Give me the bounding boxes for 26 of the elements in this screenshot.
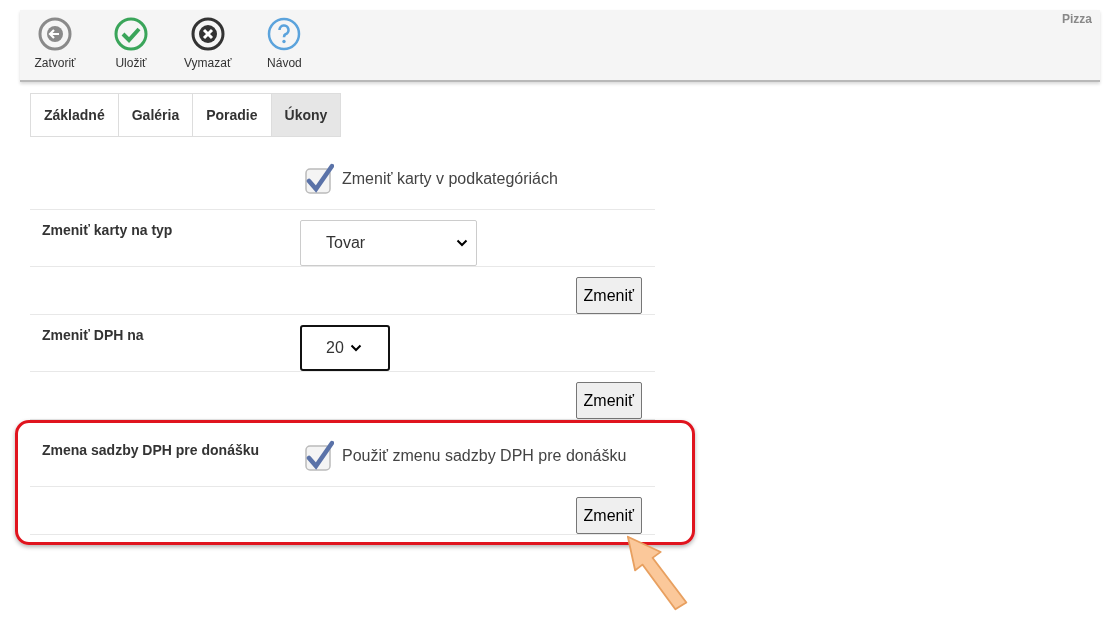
field-label: Zmena sadzby DPH pre donášku xyxy=(42,442,260,458)
checkbox-label: Použiť zmenu sadzby DPH pre donášku xyxy=(342,447,627,465)
delete-icon xyxy=(189,16,226,52)
tab[interactable]: Galéria xyxy=(117,93,194,137)
checkbox[interactable] xyxy=(304,163,334,195)
help-icon xyxy=(266,16,303,52)
toolbar-button[interactable]: Uložiť xyxy=(108,10,154,70)
change-button[interactable]: Zmeniť xyxy=(575,277,642,314)
change-button[interactable]: Zmeniť xyxy=(575,497,642,534)
checkbox-label: Zmeniť karty v podkategóriách xyxy=(342,170,558,188)
checkbox[interactable] xyxy=(304,440,334,472)
tab[interactable]: Základné xyxy=(30,93,119,137)
field-label: Zmeniť DPH na xyxy=(42,327,144,343)
field-label: Zmeniť karty na typ xyxy=(42,222,173,238)
record-title: Pizza xyxy=(1062,12,1092,26)
tab[interactable]: Úkony xyxy=(270,93,342,137)
toolbar-button[interactable]: Vymazať xyxy=(184,10,232,70)
change-button[interactable]: Zmeniť xyxy=(575,382,642,419)
toolbar-button[interactable]: Zatvoriť xyxy=(32,10,78,70)
select-dropdown[interactable]: Tovar xyxy=(300,220,477,266)
checkmark-icon xyxy=(113,16,149,52)
toolbar-button[interactable]: Návod xyxy=(261,10,308,70)
tab[interactable]: Poradie xyxy=(192,93,272,137)
chevron-icon xyxy=(349,344,362,352)
chevron-icon xyxy=(456,239,468,247)
select-dropdown[interactable]: 20 xyxy=(300,325,390,371)
